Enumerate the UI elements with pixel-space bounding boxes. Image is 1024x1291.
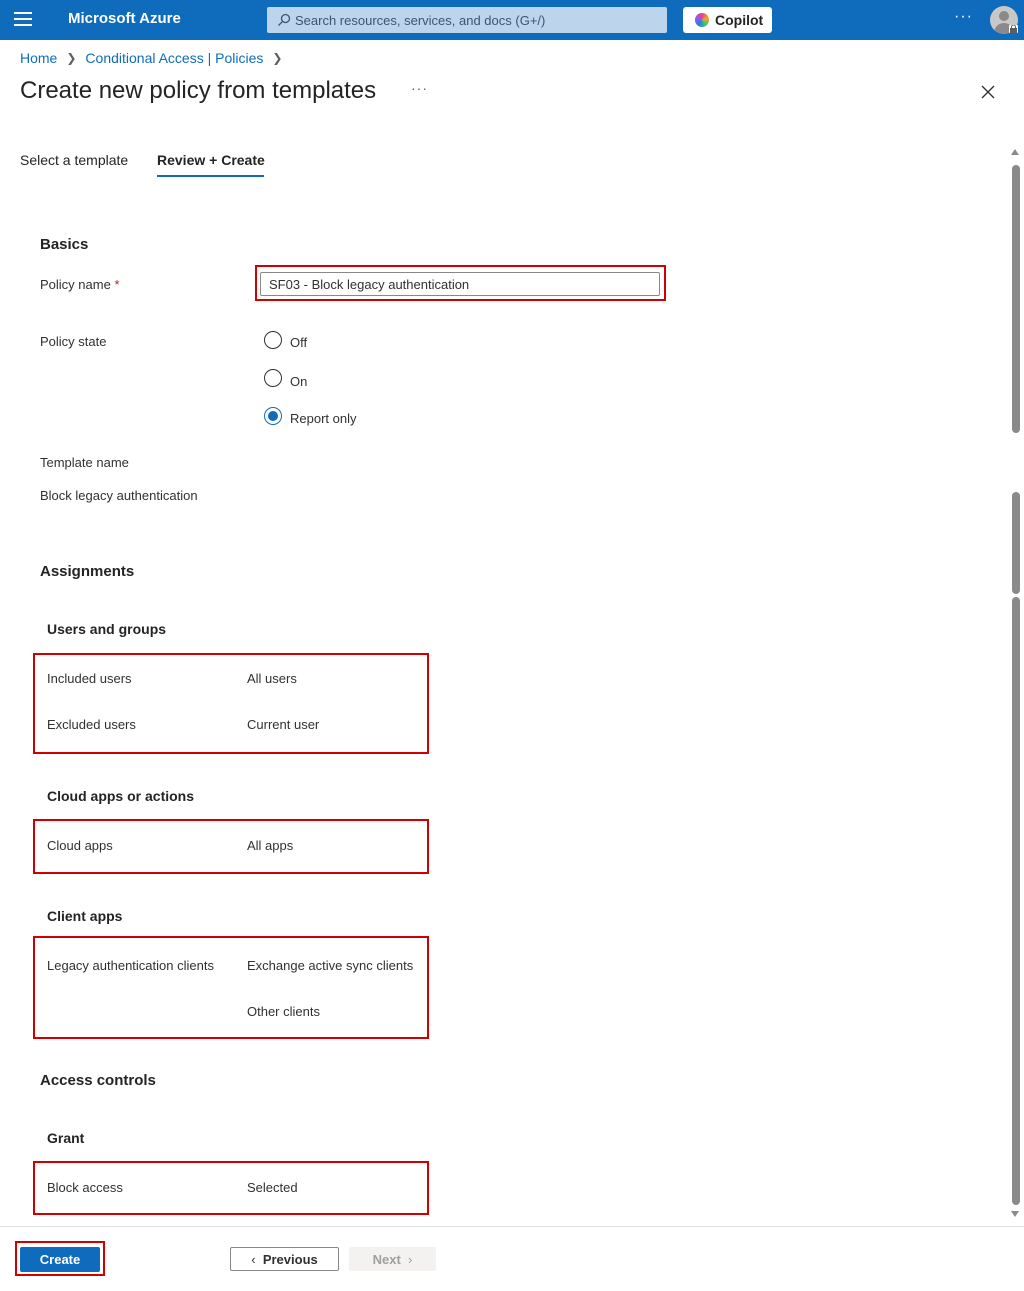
search-icon xyxy=(278,13,291,26)
excluded-users-label: Excluded users xyxy=(47,717,136,732)
search-box[interactable] xyxy=(267,7,667,33)
active-tab-indicator xyxy=(157,175,264,177)
close-icon[interactable] xyxy=(980,84,996,100)
scrollbar-thumb[interactable] xyxy=(1012,492,1020,594)
client-app-value: Other clients xyxy=(247,1004,320,1019)
breadcrumb: Home ❯ Conditional Access | Policies ❯ xyxy=(20,50,291,66)
cloud-apps-label: Cloud apps xyxy=(47,838,113,853)
scrollbar-thumb[interactable] xyxy=(1012,165,1020,433)
template-name-label: Template name xyxy=(40,455,129,470)
next-button[interactable]: Next › xyxy=(349,1247,436,1271)
hamburger-menu-icon[interactable] xyxy=(14,12,32,28)
top-bar: Microsoft Azure Copilot ··· xyxy=(0,0,1024,40)
cloud-apps-heading: Cloud apps or actions xyxy=(47,788,195,804)
users-groups-heading: Users and groups xyxy=(47,621,167,637)
cloud-apps-value: All apps xyxy=(247,838,294,853)
assignments-heading: Assignments xyxy=(40,563,135,580)
radio-off[interactable] xyxy=(264,331,282,349)
previous-label: Previous xyxy=(262,1251,318,1267)
brand-title[interactable]: Microsoft Azure xyxy=(68,10,181,27)
copilot-label: Copilot xyxy=(715,12,764,28)
block-access-label: Block access xyxy=(47,1180,123,1195)
more-options-icon[interactable]: ··· xyxy=(954,8,973,26)
radio-on[interactable] xyxy=(264,369,282,387)
tab-select-template[interactable]: Select a template xyxy=(20,152,128,168)
highlight-box xyxy=(33,936,429,1039)
access-controls-heading: Access controls xyxy=(40,1072,156,1089)
grant-heading: Grant xyxy=(47,1130,85,1146)
breadcrumb-conditional-access[interactable]: Conditional Access | Policies xyxy=(85,50,263,66)
page-title: Create new policy from templates xyxy=(20,77,377,104)
chevron-right-icon: ❯ xyxy=(272,51,283,65)
client-apps-heading: Client apps xyxy=(47,908,123,924)
breadcrumb-home[interactable]: Home xyxy=(20,50,57,66)
radio-off-label: Off xyxy=(290,335,308,350)
highlight-box xyxy=(33,653,429,754)
create-button[interactable]: Create xyxy=(20,1247,100,1272)
previous-button[interactable]: ‹ Previous xyxy=(230,1247,339,1271)
excluded-users-value: Current user xyxy=(247,717,320,732)
policy-name-input[interactable] xyxy=(260,272,660,296)
next-label: Next xyxy=(372,1251,401,1267)
chevron-right-icon: ❯ xyxy=(66,51,77,65)
radio-on-label: On xyxy=(290,374,308,389)
chevron-right-icon: › xyxy=(408,1251,413,1267)
included-users-label: Included users xyxy=(47,671,132,686)
required-mark: * xyxy=(114,277,120,292)
policy-name-label: Policy name * xyxy=(40,277,120,292)
client-app-value: Exchange active sync clients xyxy=(247,958,414,973)
legacy-auth-clients-label: Legacy authentication clients xyxy=(47,958,214,973)
tab-review-create[interactable]: Review + Create xyxy=(157,152,265,168)
basics-heading: Basics xyxy=(40,236,89,253)
scrollbar-thumb[interactable] xyxy=(1012,597,1020,1205)
copilot-button[interactable]: Copilot xyxy=(683,7,772,33)
footer-divider xyxy=(0,1226,1024,1227)
scroll-down-arrow-icon[interactable] xyxy=(1011,1211,1019,1217)
copilot-icon xyxy=(695,13,709,27)
radio-report-only[interactable] xyxy=(264,407,282,425)
search-input[interactable] xyxy=(295,7,661,33)
scroll-up-arrow-icon[interactable] xyxy=(1011,149,1019,155)
block-access-value: Selected xyxy=(247,1180,298,1195)
lock-icon xyxy=(1009,25,1018,33)
policy-state-label: Policy state xyxy=(40,334,107,349)
radio-report-only-label: Report only xyxy=(290,411,357,426)
chevron-left-icon: ‹ xyxy=(251,1251,256,1267)
template-name-value: Block legacy authentication xyxy=(40,488,198,503)
included-users-value: All users xyxy=(247,671,297,686)
title-more-icon[interactable]: ··· xyxy=(411,80,428,96)
